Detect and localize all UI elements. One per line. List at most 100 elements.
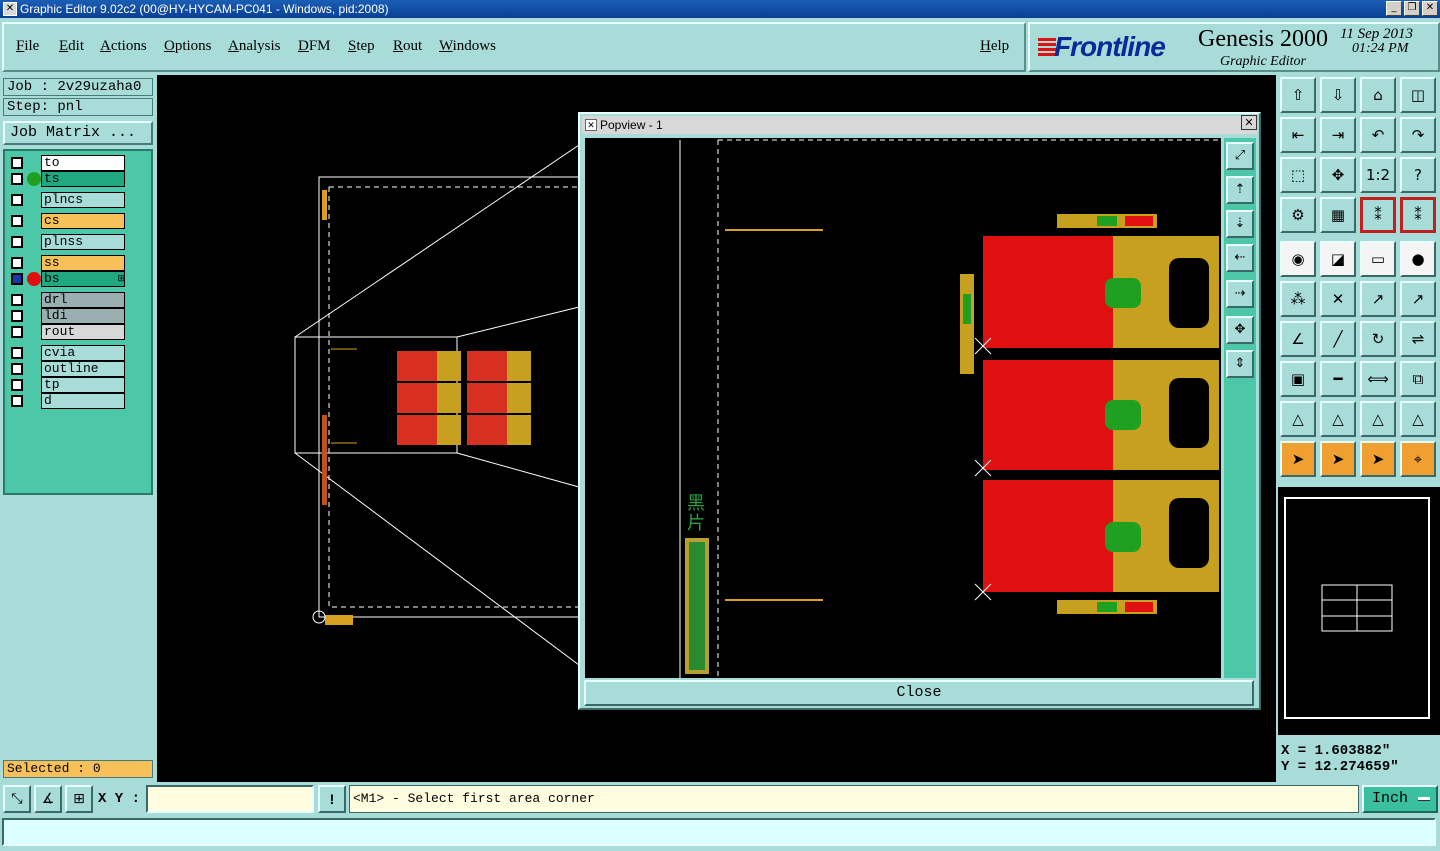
layer-row[interactable]: plnss: [7, 234, 127, 250]
ruler-icon[interactable]: ▭: [1360, 241, 1396, 277]
menu-analysis[interactable]: Analysis: [228, 38, 281, 55]
angle-mode-icon[interactable]: ∡: [34, 785, 62, 813]
redo-step-icon[interactable]: ↷: [1400, 117, 1436, 153]
settings-icon[interactable]: ⚙: [1280, 197, 1316, 233]
grid-icon[interactable]: ▦: [1320, 197, 1356, 233]
line-center-icon[interactable]: ━: [1320, 361, 1356, 397]
status-line-input[interactable]: [2, 818, 1436, 846]
layer-checkbox[interactable]: [11, 236, 23, 248]
layer-checkbox[interactable]: [11, 157, 23, 169]
layer-row[interactable]: d: [7, 393, 127, 409]
zoom-center-icon[interactable]: ✥: [1320, 157, 1356, 193]
pan-left-icon[interactable]: ⇠: [1226, 244, 1254, 272]
xy-input[interactable]: [146, 785, 314, 813]
menu-rout[interactable]: Rout: [393, 38, 422, 55]
fit-all-icon[interactable]: ✥: [1226, 316, 1254, 344]
import-icon[interactable]: ⇩: [1320, 77, 1356, 113]
layer-name[interactable]: d: [41, 393, 125, 409]
restore-button[interactable]: ❐: [1404, 1, 1420, 16]
arc-edit-icon[interactable]: ↗: [1400, 281, 1436, 317]
rotate-icon[interactable]: ↻: [1360, 321, 1396, 357]
triangle-c-icon[interactable]: △: [1360, 401, 1396, 437]
layer-checkbox[interactable]: [11, 347, 23, 359]
popview-close-button[interactable]: Close: [584, 680, 1254, 706]
layer-name[interactable]: to: [41, 155, 125, 171]
zoom-fit-icon[interactable]: ⤢: [1226, 142, 1254, 170]
undo-step-icon[interactable]: ↶: [1360, 117, 1396, 153]
job-matrix-button[interactable]: Job Matrix ...: [3, 121, 153, 145]
layer-checkbox[interactable]: [11, 257, 23, 269]
menu-file[interactable]: File: [16, 38, 39, 55]
group-icon[interactable]: ⧉: [1400, 361, 1436, 397]
menu-actions[interactable]: Actions: [100, 38, 147, 55]
zoom-box-icon[interactable]: ⬚: [1280, 157, 1316, 193]
layer-row[interactable]: cs: [7, 213, 127, 229]
layer-row[interactable]: ts: [7, 171, 127, 187]
minimize-button[interactable]: _: [1386, 1, 1402, 16]
snap-a-icon[interactable]: ⁑: [1360, 197, 1396, 233]
layer-checkbox[interactable]: [11, 326, 23, 338]
layer-checkbox[interactable]: [11, 173, 23, 185]
warning-button[interactable]: !: [318, 785, 346, 813]
menu-step[interactable]: Step: [348, 38, 375, 55]
triangle-a-icon[interactable]: △: [1280, 401, 1316, 437]
layer-name[interactable]: cs: [41, 213, 125, 229]
menu-help[interactable]: Help: [980, 38, 1009, 55]
layer-checkbox[interactable]: [11, 363, 23, 375]
layer-row[interactable]: outline: [7, 361, 127, 377]
layer-name[interactable]: cvia: [41, 345, 125, 361]
layer-name[interactable]: plnss: [41, 234, 125, 250]
layer-row[interactable]: bs ⊞: [7, 271, 127, 287]
layer-name[interactable]: bs: [41, 271, 125, 287]
layer-row[interactable]: rout: [7, 324, 127, 340]
layer-checkbox[interactable]: [11, 273, 23, 285]
snap-b-icon[interactable]: ⁑: [1400, 197, 1436, 233]
export-icon[interactable]: ⇧: [1280, 77, 1316, 113]
layer-name[interactable]: ts: [41, 171, 125, 187]
layer-name[interactable]: drl: [41, 292, 125, 308]
layer-name[interactable]: plncs: [41, 192, 125, 208]
line-draw-icon[interactable]: ∠: [1280, 321, 1316, 357]
menu-dfm[interactable]: DFM: [298, 38, 331, 55]
snap-mode-icon[interactable]: ⤡: [3, 785, 31, 813]
layer-row[interactable]: ss: [7, 255, 127, 271]
layer-checkbox[interactable]: [11, 395, 23, 407]
feature-add-icon[interactable]: ◉: [1280, 241, 1316, 277]
triangle-d-icon[interactable]: △: [1400, 401, 1436, 437]
layer-checkbox[interactable]: [11, 194, 23, 206]
layer-name[interactable]: rout: [41, 324, 125, 340]
node-edit-icon[interactable]: ⁂: [1280, 281, 1316, 317]
dimension-icon[interactable]: ⟺: [1360, 361, 1396, 397]
menu-edit[interactable]: Edit: [59, 38, 84, 55]
layer-checkbox[interactable]: [11, 379, 23, 391]
layer-row[interactable]: tp: [7, 377, 127, 393]
layer-row[interactable]: ldi: [7, 308, 127, 324]
menu-options[interactable]: Options: [164, 38, 212, 55]
select-net-icon[interactable]: ⌖: [1400, 441, 1436, 477]
grid-snap-icon[interactable]: ⊞: [65, 785, 93, 813]
zoom-out-icon[interactable]: ⇣: [1226, 210, 1254, 238]
popview-close-icon[interactable]: ✕: [1241, 115, 1257, 130]
layer-row[interactable]: to: [7, 155, 127, 171]
layer-name[interactable]: tp: [41, 377, 125, 393]
layer-name[interactable]: outline: [41, 361, 125, 377]
triangle-b-icon[interactable]: △: [1320, 401, 1356, 437]
measure-draw-icon[interactable]: ◪: [1320, 241, 1356, 277]
layer-checkbox[interactable]: [11, 215, 23, 227]
move-left-icon[interactable]: ⇤: [1280, 117, 1316, 153]
ratio-icon[interactable]: 1:2: [1360, 157, 1396, 193]
move-right-icon[interactable]: ⇥: [1320, 117, 1356, 153]
menu-windows[interactable]: Windows: [439, 38, 496, 55]
popview-canvas[interactable]: 黑片: [585, 138, 1221, 678]
window-icon[interactable]: ◫: [1400, 77, 1436, 113]
point-icon[interactable]: ●: [1400, 241, 1436, 277]
pan-right-icon[interactable]: ⇢: [1226, 280, 1254, 308]
layer-checkbox[interactable]: [11, 294, 23, 306]
home-icon[interactable]: ⌂: [1360, 77, 1396, 113]
select-icon[interactable]: ➤: [1280, 441, 1316, 477]
pad-add-icon[interactable]: ▣: [1280, 361, 1316, 397]
mirror-icon[interactable]: ⇌: [1400, 321, 1436, 357]
line-cut-icon[interactable]: ╱: [1320, 321, 1356, 357]
overview-map[interactable]: [1278, 487, 1440, 735]
unit-selector[interactable]: Inch: [1362, 785, 1438, 813]
